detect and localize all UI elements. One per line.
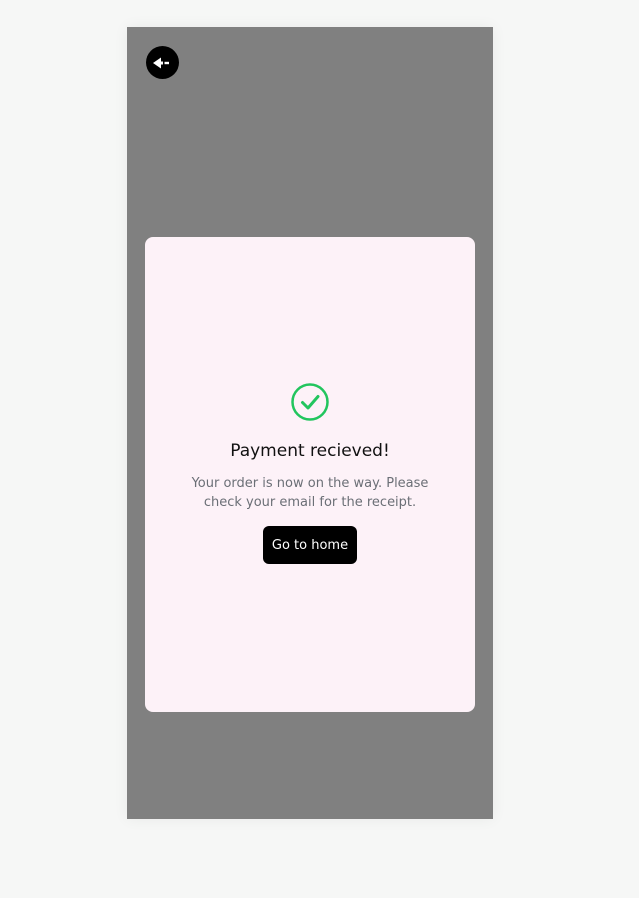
payment-success-dialog: Payment recieved! Your order is now on t… bbox=[145, 237, 475, 712]
app-screen: Payment recieved! Your order is now on t… bbox=[127, 27, 493, 819]
go-to-home-button[interactable]: Go to home bbox=[263, 526, 357, 564]
dialog-message: Your order is now on the way. Please che… bbox=[191, 476, 429, 510]
back-button[interactable] bbox=[146, 46, 179, 79]
back-arrow-icon bbox=[153, 57, 169, 68]
dialog-title: Payment recieved! bbox=[230, 441, 390, 461]
check-circle-icon bbox=[291, 383, 329, 421]
